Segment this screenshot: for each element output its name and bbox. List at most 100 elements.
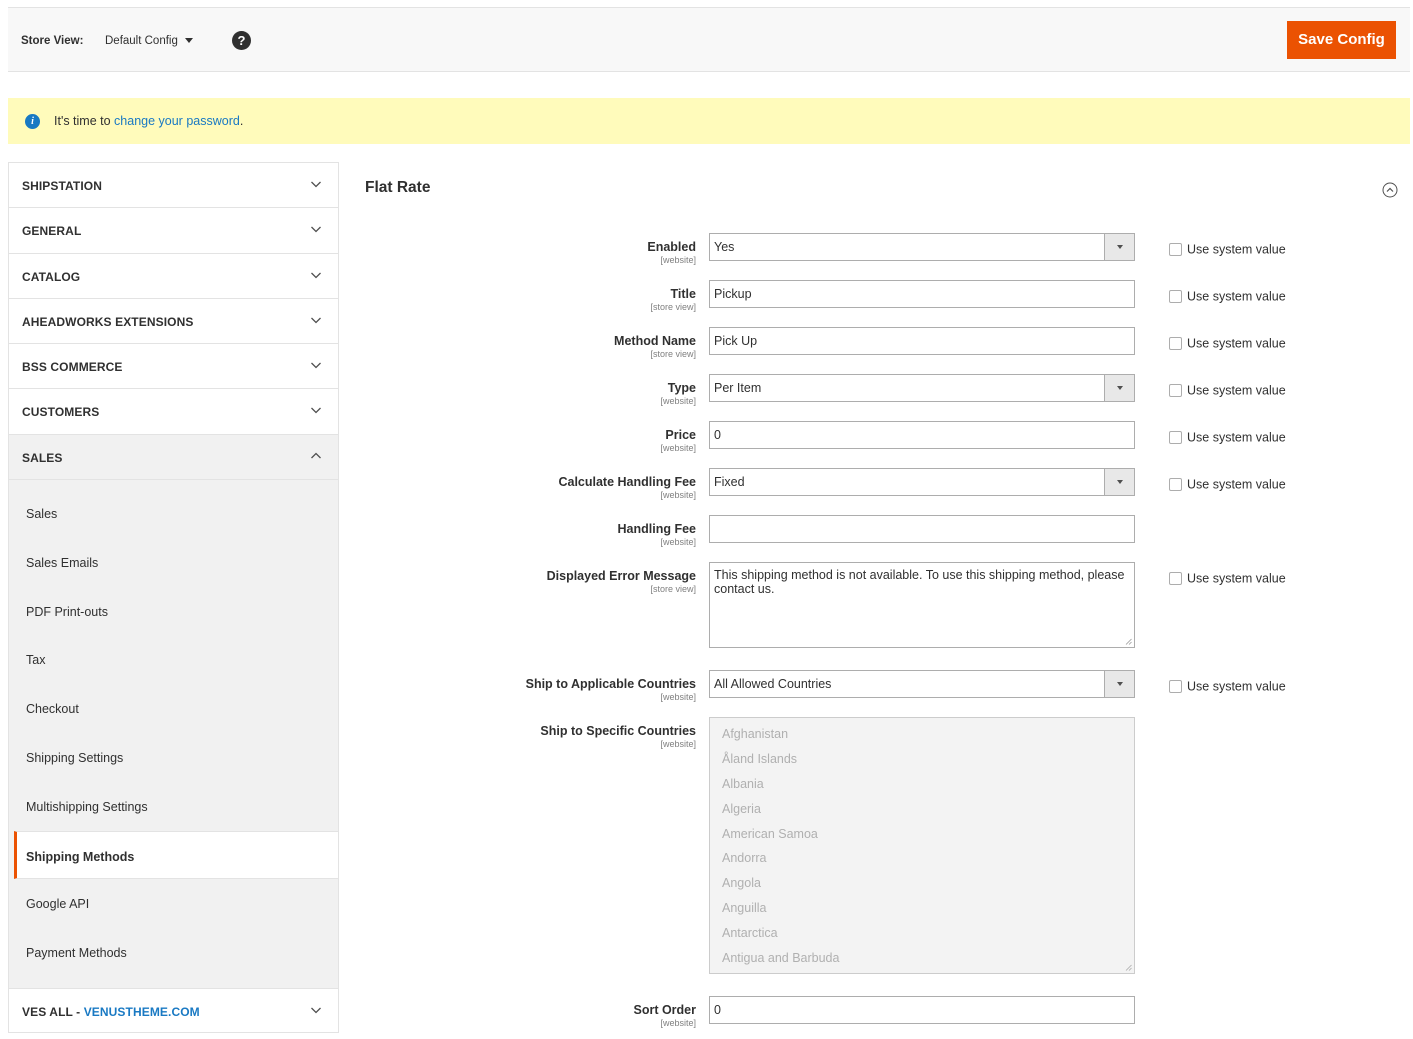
checkbox-label: Use system value — [1187, 430, 1286, 445]
sidebar-item-sales-emails[interactable]: Sales Emails — [9, 538, 338, 587]
section-label: BSS COMMERCE — [22, 360, 123, 375]
use-system-value-checkbox[interactable]: Use system value — [1169, 335, 1286, 351]
item-label: Checkout — [26, 702, 79, 717]
sidebar-item-shipping-methods[interactable]: Shipping Methods — [14, 830, 338, 880]
resize-grip-icon[interactable] — [1125, 964, 1132, 971]
title-input[interactable]: Pickup — [709, 280, 1135, 308]
sidebar-section-bss-commerce[interactable]: BSS COMMERCE — [9, 343, 338, 389]
specific-countries-multiselect[interactable]: Afghanistan Åland Islands Albania Algeri… — [709, 717, 1135, 974]
field-label: Method Name [store view] — [614, 334, 696, 359]
caret-down-icon — [184, 38, 193, 44]
checkbox-label: Use system value — [1187, 571, 1286, 586]
applicable-countries-select[interactable]: All Allowed Countries — [709, 670, 1135, 698]
label-text: Enabled — [647, 240, 696, 254]
question-circle-icon[interactable]: ? — [232, 31, 251, 50]
label-text: Method Name — [614, 334, 696, 348]
store-view-bar: Store View: Default Config ? Save Config — [8, 7, 1410, 72]
sidebar-item-checkout[interactable]: Checkout — [9, 684, 338, 733]
country-option: Andorra — [722, 851, 767, 866]
handling-fee-input[interactable] — [709, 515, 1135, 543]
country-option: Afghanistan — [722, 727, 789, 741]
use-system-value-checkbox[interactable]: Use system value — [1169, 476, 1286, 492]
scope-text: [website] — [660, 739, 696, 749]
use-system-value-checkbox[interactable]: Use system value — [1169, 678, 1286, 694]
calc-handling-fee-select[interactable]: Fixed — [709, 468, 1135, 496]
dropdown-arrow-icon — [1104, 375, 1134, 401]
checkbox-icon — [1169, 243, 1182, 257]
price-input[interactable]: 0 — [709, 421, 1135, 449]
use-system-value-checkbox[interactable]: Use system value — [1169, 429, 1286, 445]
chevron-down-icon — [311, 181, 321, 188]
sidebar-item-pdf-printouts[interactable]: PDF Print-outs — [9, 587, 338, 636]
scope-text: [store view] — [650, 302, 696, 312]
field-label: Sort Order [website] — [633, 1003, 696, 1028]
collapse-circle-icon[interactable] — [1382, 182, 1398, 198]
sidebar-item-shipping-settings[interactable]: Shipping Settings — [9, 733, 338, 782]
sidebar-item-multishipping-settings[interactable]: Multishipping Settings — [9, 782, 338, 831]
section-label: CUSTOMERS — [22, 405, 100, 420]
checkbox-label: Use system value — [1187, 679, 1286, 694]
sidebar-item-payment-methods[interactable]: Payment Methods — [9, 928, 338, 977]
checkbox-label: Use system value — [1187, 477, 1286, 492]
section-label-prefix: VES ALL - — [22, 1005, 84, 1020]
notice-text-before: It's time to — [54, 114, 115, 128]
checkbox-icon — [1169, 680, 1182, 694]
label-text: Type — [667, 381, 696, 395]
scope-text: [website] — [660, 396, 696, 406]
country-option: Åland Islands — [722, 751, 798, 766]
sidebar-section-shipstation[interactable]: SHIPSTATION — [9, 162, 338, 208]
item-label: Sales — [26, 507, 58, 522]
sidebar-section-catalog[interactable]: CATALOG — [9, 252, 338, 298]
sidebar-item-sales[interactable]: Sales — [9, 489, 338, 538]
sidebar-section-sales[interactable]: SALES — [9, 433, 338, 480]
change-password-link[interactable]: change your password — [114, 114, 240, 128]
label-text: Price — [665, 428, 696, 442]
store-view-switcher[interactable]: Default Config — [105, 35, 193, 47]
country-option: Albania — [722, 776, 764, 791]
method-name-input[interactable]: Pick Up — [709, 327, 1135, 355]
use-system-value-checkbox[interactable]: Use system value — [1169, 382, 1286, 398]
save-config-button[interactable]: Save Config — [1287, 21, 1396, 59]
sidebar-item-tax[interactable]: Tax — [9, 635, 338, 684]
select-value: Per Item — [714, 381, 762, 395]
scope-text: [website] — [660, 1018, 696, 1028]
use-system-value-checkbox[interactable]: Use system value — [1169, 241, 1286, 257]
use-system-value-checkbox[interactable]: Use system value — [1169, 570, 1286, 586]
type-select[interactable]: Per Item — [709, 374, 1135, 402]
label-text: Calculate Handling Fee — [558, 475, 696, 489]
field-label: Handling Fee [website] — [618, 522, 696, 547]
field-label: Type [website] — [660, 381, 696, 406]
use-system-value-checkbox[interactable]: Use system value — [1169, 288, 1286, 304]
sidebar-section-customers[interactable]: CUSTOMERS — [9, 388, 338, 434]
section-label: CATALOG — [22, 269, 81, 284]
label-text: Displayed Error Message — [546, 569, 696, 583]
resize-grip-icon[interactable] — [1125, 638, 1132, 645]
chevron-down-icon — [311, 362, 321, 369]
label-text: Title — [670, 287, 696, 301]
notice-text-after: . — [239, 114, 244, 128]
sidebar-section-general[interactable]: GENERAL — [9, 207, 338, 253]
country-option: American Samoa — [722, 826, 818, 841]
country-option: Angola — [722, 876, 761, 891]
country-option: Antigua and Barbuda — [722, 951, 840, 966]
dropdown-arrow-icon — [1104, 469, 1134, 495]
section-label: SALES — [22, 450, 63, 465]
sort-order-input[interactable]: 0 — [709, 996, 1135, 1024]
sales-subitems: Sales Sales Emails PDF Print-outs Tax Ch… — [9, 479, 338, 989]
error-message-textarea[interactable]: This shipping method is not available. T… — [709, 562, 1135, 648]
select-value: All Allowed Countries — [714, 677, 832, 691]
scope-text: [website] — [660, 537, 696, 547]
enabled-select[interactable]: Yes — [709, 233, 1135, 261]
sidebar-section-ves-all[interactable]: VES ALL - VENUSTHEME.COM — [9, 988, 338, 1034]
chevron-down-icon — [311, 272, 321, 279]
sidebar-section-aheadworks[interactable]: AHEADWORKS EXTENSIONS — [9, 297, 338, 344]
field-label: Ship to Applicable Countries [website] — [526, 677, 696, 702]
select-value: Fixed — [714, 475, 745, 489]
field-label: Calculate Handling Fee [website] — [558, 475, 696, 500]
textarea-value: This shipping method is not available. T… — [714, 568, 1125, 596]
item-label: Payment Methods — [26, 946, 127, 961]
checkbox-icon — [1169, 384, 1182, 398]
sidebar-item-google-api[interactable]: Google API — [9, 879, 338, 928]
label-text: Handling Fee — [617, 522, 696, 536]
checkbox-label: Use system value — [1187, 242, 1286, 257]
